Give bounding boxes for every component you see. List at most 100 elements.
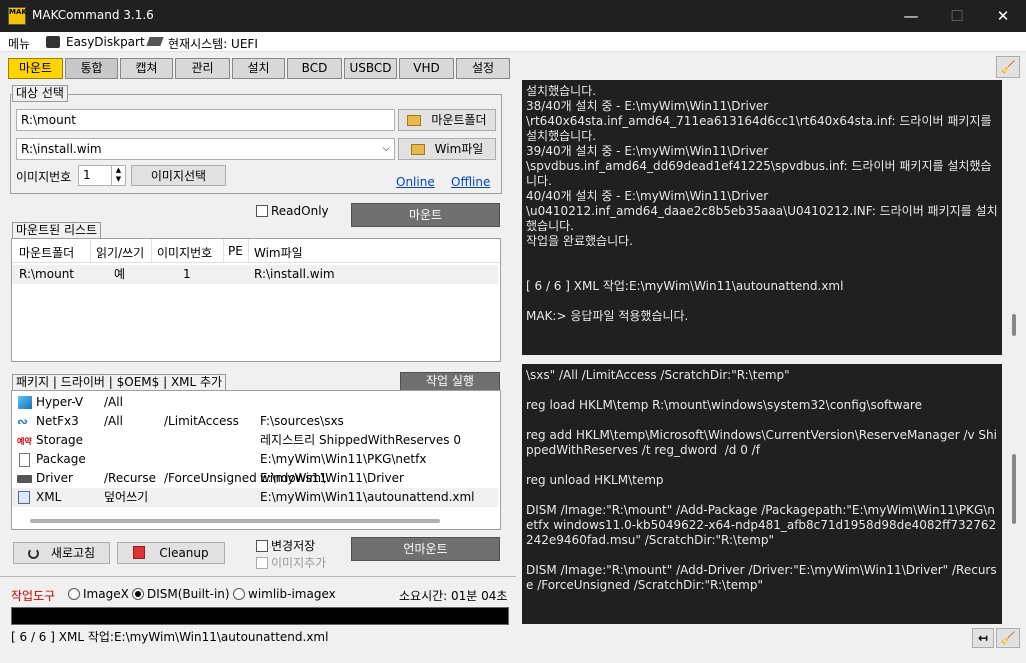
- elapsed-time: 소요시간: 01분 04초: [399, 589, 508, 603]
- broom-icon[interactable]: 🧹: [996, 56, 1020, 78]
- col-read-write[interactable]: 읽기/쓰기: [96, 244, 144, 261]
- hyperv-icon: [18, 396, 32, 409]
- wim-path-value: R:\install.wim: [21, 142, 102, 156]
- item-name: NetFx3: [36, 414, 79, 428]
- readonly-label: ReadOnly: [271, 204, 329, 218]
- minimize-button[interactable]: —: [888, 0, 934, 32]
- offline-link[interactable]: Offline: [451, 175, 490, 189]
- list-item[interactable]: ∾ NetFx3 /All /LimitAccess F:\sources\sx…: [12, 412, 498, 431]
- tab-integrate[interactable]: 통합: [65, 58, 118, 79]
- cleanup-icon: [133, 546, 146, 559]
- item-option-2: /ForceUnsigned: [164, 471, 257, 485]
- table-row[interactable]: R:\mount 예 1 R:\install.wim: [12, 265, 498, 284]
- tab-bcd[interactable]: BCD: [287, 58, 342, 79]
- mount-button[interactable]: 마운트: [351, 203, 500, 227]
- mount-folder-label: 마운트폴더: [431, 113, 487, 127]
- horizontal-scrollbar[interactable]: [30, 519, 440, 523]
- log-line: 39/40개 설치 중 - E:\myWim\Win11\Driver \spv…: [526, 144, 992, 188]
- item-option-2: /LimitAccess: [164, 414, 239, 428]
- cleanup-button[interactable]: Cleanup: [117, 542, 225, 564]
- readonly-checkbox[interactable]: ReadOnly: [256, 204, 329, 218]
- log-panel-bottom[interactable]: \sxs" /All /LimitAccess /ScratchDir:"R:\…: [522, 364, 1002, 624]
- item-option: /Recurse: [104, 471, 156, 485]
- target-group-label: 대상 선택: [12, 85, 68, 102]
- divider: [0, 576, 516, 577]
- tab-mount[interactable]: 마운트: [8, 58, 63, 79]
- menu-item-easydiskpart[interactable]: EasyDiskpart: [66, 35, 145, 49]
- cell-mount-folder: R:\mount: [19, 267, 75, 281]
- col-pe[interactable]: PE: [228, 244, 243, 258]
- item-path: F:\sources\sxs: [260, 414, 344, 428]
- item-path: E:\myWim\Win11\autounattend.xml: [260, 490, 475, 504]
- online-link[interactable]: Online: [396, 175, 435, 189]
- log-line: 40/40개 설치 중 - E:\myWim\Win11\Driver \u04…: [526, 189, 998, 233]
- image-number-value: 1: [83, 168, 91, 182]
- dism-radio[interactable]: DISM(Built-in): [132, 587, 230, 601]
- list-item[interactable]: Package E:\myWim\Win11\PKG\netfx windows…: [12, 450, 498, 485]
- dism-label: DISM(Built-in): [147, 587, 230, 601]
- wimlib-radio[interactable]: wimlib-imagex: [233, 587, 336, 601]
- save-changes-checkbox[interactable]: 변경저장: [256, 537, 315, 554]
- imagex-radio[interactable]: ImageX: [68, 587, 129, 601]
- refresh-button[interactable]: 새로고침: [13, 542, 110, 564]
- menu-item-current-system[interactable]: 현재시스템: UEFI: [168, 35, 258, 52]
- wim-path-select[interactable]: R:\install.wim ⌵: [16, 138, 395, 160]
- item-option: 덮어쓰기: [104, 490, 149, 504]
- image-select-button[interactable]: 이미지선택: [131, 165, 226, 186]
- wimlib-label: wimlib-imagex: [248, 587, 336, 601]
- cell-image-number: 1: [183, 267, 191, 281]
- col-mount-folder[interactable]: 마운트폴더: [19, 244, 74, 261]
- unmount-button[interactable]: 언마운트: [351, 537, 500, 561]
- wim-file-label: Wim파일: [434, 142, 484, 156]
- item-name: Package: [36, 452, 86, 466]
- storage-icon: 예약: [17, 437, 32, 446]
- cell-wim-file: R:\install.wim: [254, 267, 335, 281]
- item-path: E:\myWim\Win11\Driver: [260, 471, 404, 485]
- tab-install[interactable]: 설치: [232, 58, 285, 79]
- drive-icon: [146, 37, 164, 46]
- title-bar: MAK MAKCommand 3.1.6 — ☐ ✕: [0, 0, 1026, 32]
- tab-capture[interactable]: 캡쳐: [120, 58, 173, 79]
- item-name: Driver: [36, 471, 73, 485]
- list-item[interactable]: Hyper-V /All: [12, 393, 498, 412]
- mounted-group-label: 마운트된 리스트: [12, 222, 102, 239]
- mounted-list: 마운트폴더 읽기/쓰기 이미지번호 PE Wim파일 R:\mount 예 1 …: [11, 238, 501, 362]
- item-name: Hyper-V: [36, 395, 84, 409]
- log-panel-top[interactable]: 설치했습니다. 38/40개 설치 중 - E:\myWim\Win11\Dri…: [522, 80, 1002, 355]
- imagex-label: ImageX: [83, 587, 129, 601]
- log-bottom-scrollbar[interactable]: [1008, 364, 1022, 624]
- list-item[interactable]: Driver /Recurse /ForceUnsigned E:\myWim\…: [12, 469, 498, 488]
- wim-file-button[interactable]: Wim파일: [398, 138, 496, 160]
- tab-usbcd[interactable]: USBCD: [344, 58, 397, 79]
- tab-vhd[interactable]: VHD: [399, 58, 454, 79]
- netfx-icon: ∾: [17, 415, 28, 430]
- mount-path-field[interactable]: R:\mount: [16, 109, 395, 131]
- image-number-stepper[interactable]: 1 ▲ ▼: [78, 165, 126, 186]
- close-button[interactable]: ✕: [980, 0, 1026, 32]
- menu-item-menu[interactable]: 메뉴: [8, 35, 30, 52]
- cleanup-label: Cleanup: [159, 546, 209, 560]
- refresh-label: 새로고침: [50, 546, 96, 560]
- stepper-arrows-icon[interactable]: ▲ ▼: [111, 166, 125, 185]
- return-arrow-icon[interactable]: ↤: [972, 628, 994, 648]
- list-item[interactable]: 예약 Storage 레지스트리 ShippedWithReserves 0: [12, 431, 498, 450]
- refresh-icon: [27, 548, 39, 559]
- run-task-button[interactable]: 작업 실행: [400, 372, 500, 391]
- list-item[interactable]: XML 덮어쓰기 E:\myWim\Win11\autounattend.xml: [12, 488, 498, 507]
- chevron-down-icon: ⌵: [382, 143, 390, 154]
- folder-icon: [410, 144, 425, 155]
- col-wim-file[interactable]: Wim파일: [254, 244, 303, 261]
- add-image-checkbox[interactable]: 이미지추가: [256, 554, 326, 571]
- maximize-button[interactable]: ☐: [934, 0, 980, 32]
- tab-settings[interactable]: 설정: [456, 58, 510, 79]
- menu-bar: 메뉴 EasyDiskpart 현재시스템: UEFI: [0, 32, 1026, 52]
- add-image-label: 이미지추가: [271, 556, 327, 570]
- log-line: 38/40개 설치 중 - E:\myWim\Win11\Driver \rt6…: [526, 99, 992, 143]
- log-top-scrollbar[interactable]: [1008, 80, 1022, 355]
- log-line: 설치했습니다.: [526, 84, 597, 98]
- mount-folder-button[interactable]: 마운트폴더: [398, 109, 496, 131]
- xml-icon: [18, 491, 30, 504]
- col-image-number[interactable]: 이미지번호: [157, 244, 212, 261]
- tab-manage[interactable]: 관리: [175, 58, 230, 79]
- broom-icon[interactable]: 🧹: [996, 628, 1020, 648]
